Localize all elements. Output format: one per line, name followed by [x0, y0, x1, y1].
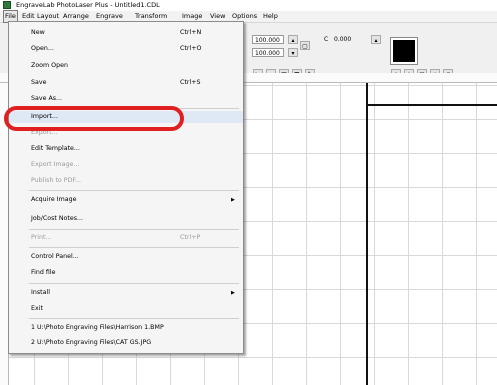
menu-item-acquire-image[interactable]: Acquire Image ▶: [9, 194, 243, 206]
menu-item-label: Print...: [31, 234, 52, 241]
menu-item-label: Install: [31, 289, 50, 296]
rotation-spin-button[interactable]: ▴: [371, 35, 381, 44]
menu-help[interactable]: Help: [263, 11, 278, 22]
menu-item-exit[interactable]: Exit: [9, 303, 243, 315]
height-spin-button[interactable]: ▾: [288, 48, 298, 57]
menu-item-label: Export Image...: [31, 161, 80, 168]
rotation-field[interactable]: 0.000: [332, 35, 364, 44]
height-field[interactable]: 100.000: [252, 48, 284, 57]
menu-item-publish-pdf: Publish to PDF...: [9, 175, 243, 187]
menu-item-label: Open...: [31, 45, 54, 52]
menu-item-open[interactable]: Open... Ctrl+O: [9, 43, 243, 55]
menu-item-label: Save: [31, 79, 47, 86]
menu-item-label: Control Panel...: [31, 253, 79, 260]
menu-item-label: 1 U:\Photo Engraving Files\Harrison 1.BM…: [31, 324, 164, 331]
menu-item-save[interactable]: Save Ctrl+S: [9, 77, 243, 89]
menu-separator: [29, 318, 239, 319]
menu-item-shortcut: Ctrl+P: [180, 234, 201, 241]
app-icon: [3, 1, 11, 9]
menu-item-edit-template[interactable]: Edit Template...: [9, 143, 243, 155]
menu-separator: [29, 283, 239, 284]
menu-item-label: Zoom Open: [31, 62, 68, 69]
menu-item-recent-1[interactable]: 1 U:\Photo Engraving Files\Harrison 1.BM…: [9, 322, 243, 334]
menu-item-control-panel[interactable]: Control Panel...: [9, 251, 243, 263]
page-border-top: [366, 104, 497, 106]
menu-separator: [29, 229, 239, 230]
menu-item-save-as[interactable]: Save As...: [9, 93, 243, 105]
menu-item-job-cost-notes[interactable]: Job/Cost Notes...: [9, 213, 243, 225]
import-highlight-callout: [4, 106, 184, 131]
menu-item-recent-2[interactable]: 2 U:\Photo Engraving Files\CAT GS.JPG: [9, 337, 243, 349]
window-title: EngraveLab PhotoLaser Plus - Untitled1.C…: [16, 1, 160, 9]
menu-item-label: Edit Template...: [31, 145, 80, 152]
menu-item-print: Print... Ctrl+P: [9, 232, 243, 244]
menu-item-label: Exit: [31, 305, 43, 312]
menu-item-label: Job/Cost Notes...: [31, 215, 84, 222]
menu-item-shortcut: Ctrl+S: [180, 79, 201, 86]
page-border: [366, 83, 368, 385]
menu-item-shortcut: Ctrl+O: [180, 45, 202, 52]
menu-item-label: Save As...: [31, 95, 63, 102]
width-field[interactable]: 100.000: [252, 35, 284, 44]
title-bar: EngraveLab PhotoLaser Plus - Untitled1.C…: [0, 0, 497, 10]
menu-separator: [29, 247, 239, 248]
menu-item-export-image: Export Image...: [9, 159, 243, 171]
submenu-arrow-icon: ▶: [231, 197, 235, 203]
menu-item-label: Acquire Image: [31, 196, 77, 203]
menu-item-new[interactable]: New Ctrl+N: [9, 27, 243, 39]
menu-item-label: New: [31, 29, 45, 36]
color-swatch[interactable]: [390, 37, 418, 65]
menu-item-shortcut: Ctrl+N: [180, 29, 202, 36]
menu-separator: [29, 190, 239, 191]
file-menu: New Ctrl+N Open... Ctrl+O Zoom Open Save…: [8, 21, 244, 354]
rotation-icon: C: [324, 36, 329, 43]
menu-item-label: 2 U:\Photo Engraving Files\CAT GS.JPG: [31, 339, 152, 346]
menu-item-label: Publish to PDF...: [31, 177, 82, 184]
width-spin-button[interactable]: ▴: [288, 35, 298, 44]
menu-item-zoom-open[interactable]: Zoom Open: [9, 60, 243, 72]
menu-item-install[interactable]: Install ▶: [9, 287, 243, 299]
submenu-arrow-icon: ▶: [231, 290, 235, 296]
menu-item-find-file[interactable]: Find file: [9, 267, 243, 279]
lock-aspect-icon[interactable]: ▢: [300, 41, 310, 50]
menu-item-label: Find file: [31, 269, 56, 276]
